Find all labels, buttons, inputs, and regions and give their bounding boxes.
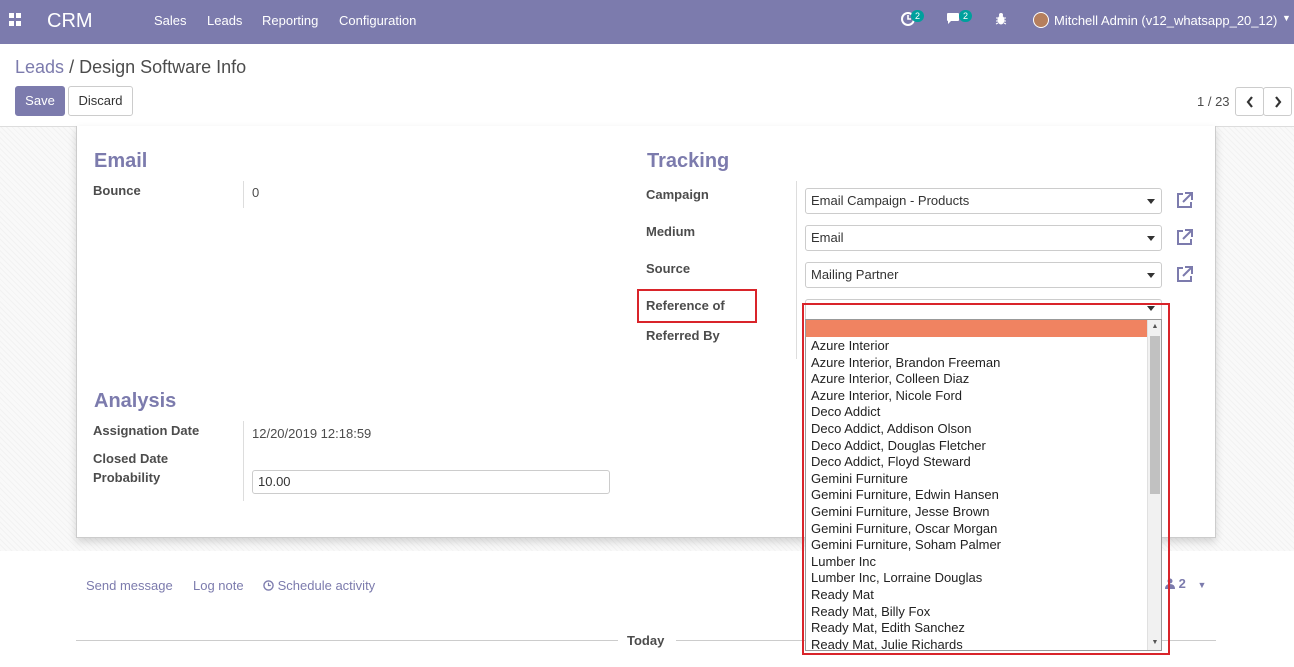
medium-select[interactable]: Email (805, 225, 1162, 251)
breadcrumb: Leads / Design Software Info (15, 57, 246, 78)
chevron-left-icon (1246, 96, 1253, 108)
app-brand: CRM (47, 10, 93, 32)
referred-by-label: Referred By (646, 328, 720, 343)
field-divider (796, 181, 797, 359)
caret-down-icon (1147, 236, 1155, 241)
pager-next-button[interactable] (1263, 87, 1292, 116)
dropdown-highlight (802, 303, 1170, 655)
medium-label: Medium (646, 224, 696, 239)
medium-select-value: Email (811, 230, 844, 245)
source-label: Source (646, 261, 691, 276)
caret-down-icon (1147, 199, 1155, 204)
source-select-value: Mailing Partner (811, 267, 899, 282)
campaign-select[interactable]: Email Campaign - Products (805, 188, 1162, 214)
user-avatar[interactable] (1033, 12, 1049, 28)
clock-icon (263, 580, 274, 591)
assignation-date-label: Assignation Date (93, 423, 200, 438)
user-menu-caret-icon[interactable]: ▼ (1282, 13, 1291, 23)
source-select[interactable]: Mailing Partner (805, 262, 1162, 288)
probability-label: Probability (93, 470, 161, 485)
menu-reporting[interactable]: Reporting (262, 13, 318, 28)
menu-leads[interactable]: Leads (207, 13, 242, 28)
debug-bug-icon[interactable] (995, 12, 1007, 29)
schedule-activity-link[interactable]: Schedule activity (263, 578, 375, 593)
breadcrumb-current: Design Software Info (79, 57, 247, 77)
breadcrumb-leads-link[interactable]: Leads (15, 57, 64, 77)
external-link-icon[interactable] (1174, 264, 1194, 284)
pager-value: 1 / 23 (1197, 94, 1230, 109)
activity-count-badge: 2 (911, 10, 924, 22)
field-divider (243, 181, 244, 208)
send-message-link[interactable]: Send message (86, 578, 173, 593)
breadcrumb-separator: / (69, 57, 75, 77)
external-link-icon[interactable] (1174, 227, 1194, 247)
log-note-link[interactable]: Log note (193, 578, 244, 593)
campaign-select-value: Email Campaign - Products (811, 193, 970, 208)
campaign-label: Campaign (646, 187, 709, 202)
save-button[interactable]: Save (15, 86, 65, 116)
reference-label-highlight (637, 289, 757, 323)
menu-sales[interactable]: Sales (154, 13, 187, 28)
chevron-right-icon (1274, 96, 1281, 108)
followers-button[interactable]: 2 ▼ (1165, 576, 1206, 591)
followers-count: 2 (1178, 576, 1186, 591)
external-link-icon[interactable] (1174, 190, 1194, 210)
top-navbar: CRM Sales Leads Reporting Configuration … (0, 0, 1294, 44)
menu-configuration[interactable]: Configuration (339, 13, 416, 28)
email-section-title: Email (94, 150, 148, 172)
discard-button[interactable]: Discard (68, 86, 133, 116)
tracking-section-title: Tracking (647, 150, 730, 172)
bounce-value: 0 (252, 185, 260, 200)
probability-input[interactable]: 10.00 (252, 470, 610, 494)
today-separator: Today (627, 633, 665, 648)
followers-caret-icon: ▼ (1197, 580, 1207, 590)
bounce-label: Bounce (93, 183, 141, 198)
caret-down-icon (1147, 273, 1155, 278)
closed-date-label: Closed Date (93, 451, 169, 466)
analysis-section-title: Analysis (94, 390, 177, 412)
assignation-date-value: 12/20/2019 12:18:59 (252, 426, 372, 441)
field-divider (243, 421, 244, 501)
schedule-activity-label: Schedule activity (277, 578, 376, 593)
pager-previous-button[interactable] (1235, 87, 1264, 116)
user-name[interactable]: Mitchell Admin (v12_whatsapp_20_12) (1054, 13, 1277, 28)
divider-line (76, 640, 618, 641)
apps-menu-icon[interactable] (9, 13, 23, 27)
message-count-badge: 2 (959, 10, 972, 22)
